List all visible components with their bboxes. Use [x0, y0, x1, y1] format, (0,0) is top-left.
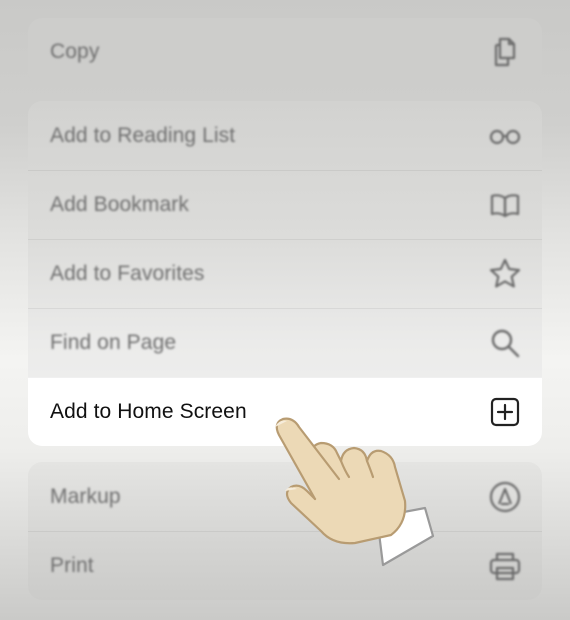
menu-item-label: Copy: [50, 40, 100, 63]
book-icon: [486, 186, 524, 224]
menu-item-label: Add Bookmark: [50, 193, 189, 216]
magnifier-icon: [486, 324, 524, 362]
menu-item-copy[interactable]: Copy: [28, 18, 542, 86]
copy-icon: [486, 33, 524, 71]
star-icon: [486, 255, 524, 293]
menu-item-label: Markup: [50, 484, 121, 508]
tapping-hand-icon: [275, 417, 435, 567]
menu-item-find-on-page[interactable]: Find on Page: [28, 308, 542, 377]
printer-icon: [486, 547, 524, 585]
glasses-icon: [486, 117, 524, 155]
menu-item-label: Find on Page: [50, 331, 177, 354]
menu-item-add-to-reading-list[interactable]: Add to Reading List: [28, 101, 542, 170]
menu-item-label: Print: [50, 554, 94, 577]
menu-item-add-bookmark[interactable]: Add Bookmark: [28, 170, 542, 239]
markup-icon: [486, 478, 524, 516]
menu-item-add-to-favorites[interactable]: Add to Favorites: [28, 239, 542, 308]
menu-item-label: Add to Favorites: [50, 262, 205, 285]
menu-item-label: Add to Home Screen: [50, 400, 247, 423]
plus-square-icon: [486, 393, 524, 431]
menu-item-label: Add to Reading List: [50, 123, 236, 147]
main-group: Add to Reading List Add Bookmark Add to …: [28, 101, 542, 446]
copy-group: Copy: [28, 18, 542, 86]
